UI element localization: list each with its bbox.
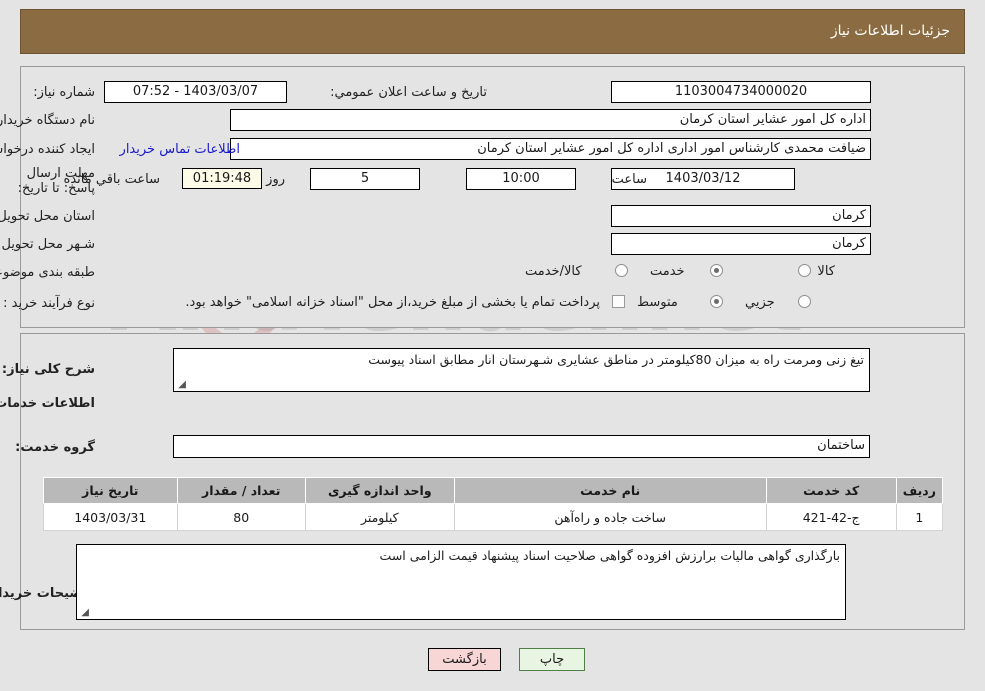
need-info-panel xyxy=(20,66,965,328)
buyer-contact-link[interactable]: اطلاعات تماس خریدار xyxy=(120,142,240,157)
cell-row-number: 1 xyxy=(895,503,944,531)
radio-category-kala-khedmat[interactable] xyxy=(615,264,628,277)
buyer-notes-value[interactable]: بارگذاری گواهی مالیات برارزش افزوده گواه… xyxy=(76,544,846,620)
radio-category-kala-khedmat-label: کالا/خدمت xyxy=(525,264,582,279)
print-button[interactable]: چاپ xyxy=(519,648,585,671)
service-group-label: گروه خدمت: xyxy=(15,440,95,455)
buyer-org-value: اداره کل امور عشایر استان کرمان xyxy=(230,109,871,131)
col-row-number: ردیف xyxy=(895,477,944,504)
request-creator-label: ایجاد کننده درخواست: xyxy=(0,142,95,157)
delivery-city-value: کرمان xyxy=(611,233,871,255)
radio-category-khedmat-label: خدمت xyxy=(650,264,685,279)
col-service-name: نام خدمت xyxy=(453,477,767,504)
resize-grip-icon[interactable]: ◢ xyxy=(176,380,186,390)
services-table: ردیف کد خدمت نام خدمت واحد اندازه گیری ت… xyxy=(43,477,944,531)
need-description-value[interactable]: تیغ زنی ومرمت راه به میزان 80کیلومتر در … xyxy=(173,348,870,392)
buyer-notes-text: بارگذاری گواهی مالیات برارزش افزوده گواه… xyxy=(379,548,840,563)
treasury-docs-label: پرداخت تمام یا بخشی از مبلغ خرید،از محل … xyxy=(185,295,600,310)
radio-process-motavaset[interactable] xyxy=(710,295,723,308)
table-row: 1 ج-42-421 ساخت جاده و راه‌آهن کیلومتر 8… xyxy=(43,503,944,531)
cell-service-code: ج-42-421 xyxy=(765,503,897,531)
col-unit: واحد اندازه گیری xyxy=(304,477,455,504)
cell-unit: کیلومتر xyxy=(304,503,455,531)
service-group-value: ساختمان xyxy=(173,435,870,458)
need-description-text: تیغ زنی ومرمت راه به میزان 80کیلومتر در … xyxy=(368,352,864,367)
cell-service-name: ساخت جاده و راه‌آهن xyxy=(453,503,767,531)
radio-category-kala-label: کالا xyxy=(817,264,835,279)
countdown-remaining-label: ساعت باقي مانده xyxy=(63,172,160,187)
col-need-date: تاریخ نیاز xyxy=(43,477,178,504)
need-number-value: 1103004734000020 xyxy=(611,81,871,103)
purchase-process-label: نوع فرآیند خرید : xyxy=(3,296,95,311)
table-header-row: ردیف کد خدمت نام خدمت واحد اندازه گیری ت… xyxy=(43,477,944,504)
radio-process-motavaset-label: متوسط xyxy=(637,295,678,310)
radio-process-jozi[interactable] xyxy=(798,295,811,308)
buyer-org-label: نام دستگاه خریدار: xyxy=(0,113,95,128)
treasury-docs-checkbox[interactable] xyxy=(612,295,625,308)
announce-datetime-label: تاریخ و ساعت اعلان عمومي: xyxy=(330,85,487,100)
radio-process-jozi-label: جزیي xyxy=(745,295,775,310)
back-button[interactable]: بازگشت xyxy=(428,648,501,671)
resize-grip-icon-notes[interactable]: ◢ xyxy=(79,608,89,618)
need-description-label: شرح کلی نیاز: xyxy=(1,362,95,377)
need-number-label: شماره نیاز: xyxy=(33,85,95,100)
delivery-province-value: کرمان xyxy=(611,205,871,227)
subject-category-label: طبقه بندی موضوعی: xyxy=(0,265,95,280)
deadline-hour-label: ساعت xyxy=(611,172,647,187)
cell-quantity: 80 xyxy=(176,503,306,531)
col-service-code: کد خدمت xyxy=(765,477,897,504)
services-section-title: اطلاعات خدمات مورد نیاز xyxy=(0,396,95,411)
delivery-city-label: شـهر محل تحویل: xyxy=(0,237,95,252)
page-title: جزئیات اطلاعات نیاز xyxy=(830,23,950,39)
cell-need-date: 1403/03/31 xyxy=(43,503,178,531)
col-quantity: تعداد / مقدار xyxy=(176,477,306,504)
page-root: AriaTender.net جزئیات اطلاعات نیاز شماره… xyxy=(0,0,985,691)
page-header-bar: جزئیات اطلاعات نیاز xyxy=(20,9,965,54)
announce-datetime-value: 1403/03/07 - 07:52 xyxy=(104,81,287,103)
request-creator-value: ضیافت محمدی کارشناس امور اداری اداره کل … xyxy=(230,138,871,160)
countdown-timer: 01:19:48 xyxy=(182,168,262,189)
radio-category-khedmat[interactable] xyxy=(710,264,723,277)
days-remaining-value: 5 xyxy=(310,168,420,190)
deadline-time-value: 10:00 xyxy=(466,168,576,190)
delivery-province-label: استان محل تحویل: xyxy=(0,209,95,224)
